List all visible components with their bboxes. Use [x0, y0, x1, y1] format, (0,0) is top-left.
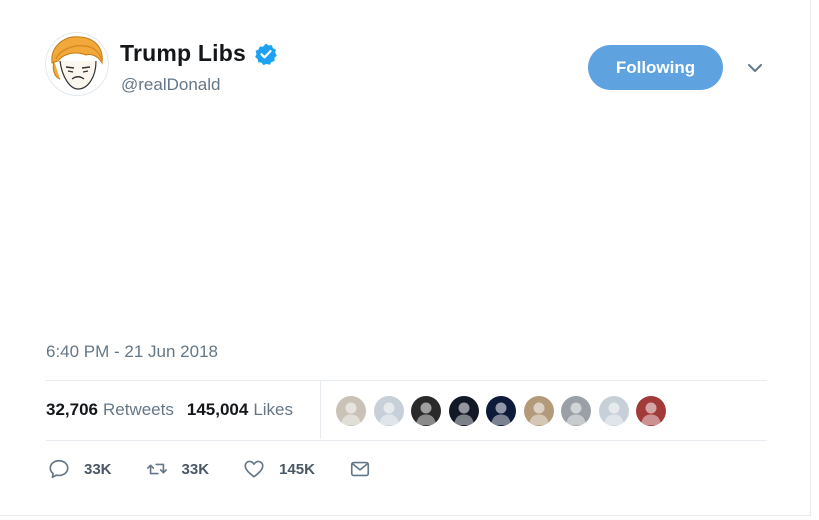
liker-avatar-8[interactable]	[598, 396, 629, 426]
retweets-label[interactable]: Retweets	[103, 400, 174, 420]
tweet-card: Trump Libs @realDonald Following 6:40 PM…	[0, 0, 811, 516]
user-handle[interactable]: @realDonald	[121, 75, 220, 95]
liker-avatar-5[interactable]	[486, 396, 516, 426]
like-count: 145K	[279, 460, 315, 478]
stats-divider	[320, 381, 321, 439]
dm-action[interactable]	[349, 458, 371, 480]
tweet-actions: 33K 33K 145K	[48, 458, 405, 480]
profile-avatar[interactable]	[46, 33, 108, 95]
likes-count[interactable]: 145,004	[187, 400, 248, 420]
name-row: Trump Libs	[120, 40, 278, 67]
liker-avatar-9[interactable]	[636, 396, 666, 426]
avatar-illustration	[46, 33, 108, 95]
divider-bottom	[46, 440, 767, 441]
retweets-count[interactable]: 32,706	[46, 400, 98, 420]
retweet-count: 33K	[181, 460, 210, 478]
liker-avatar-4[interactable]	[448, 396, 479, 426]
liker-avatar-1[interactable]	[336, 396, 366, 426]
like-action[interactable]: 145K	[243, 458, 315, 480]
chevron-down-icon[interactable]	[745, 58, 765, 78]
liker-avatar-7[interactable]	[561, 396, 591, 426]
divider-top	[46, 380, 767, 381]
reply-count: 33K	[84, 460, 112, 478]
liker-avatar-6[interactable]	[523, 396, 554, 426]
following-button[interactable]: Following	[588, 45, 723, 90]
liker-avatar-2[interactable]	[373, 396, 404, 426]
likes-label[interactable]: Likes	[253, 400, 293, 420]
liker-avatar-3[interactable]	[411, 396, 441, 426]
liker-avatars	[336, 396, 674, 426]
reply-icon	[49, 459, 69, 479]
tweet-timestamp[interactable]: 6:40 PM - 21 Jun 2018	[46, 342, 218, 362]
display-name[interactable]: Trump Libs	[120, 40, 246, 67]
verified-badge-icon	[255, 43, 277, 65]
retweet-action[interactable]: 33K	[146, 458, 210, 480]
engagement-stats: 32,706 Retweets 145,004 Likes	[46, 400, 293, 420]
envelope-icon	[350, 461, 369, 477]
heart-icon	[244, 460, 264, 478]
reply-action[interactable]: 33K	[48, 458, 112, 480]
retweet-icon	[146, 463, 167, 475]
